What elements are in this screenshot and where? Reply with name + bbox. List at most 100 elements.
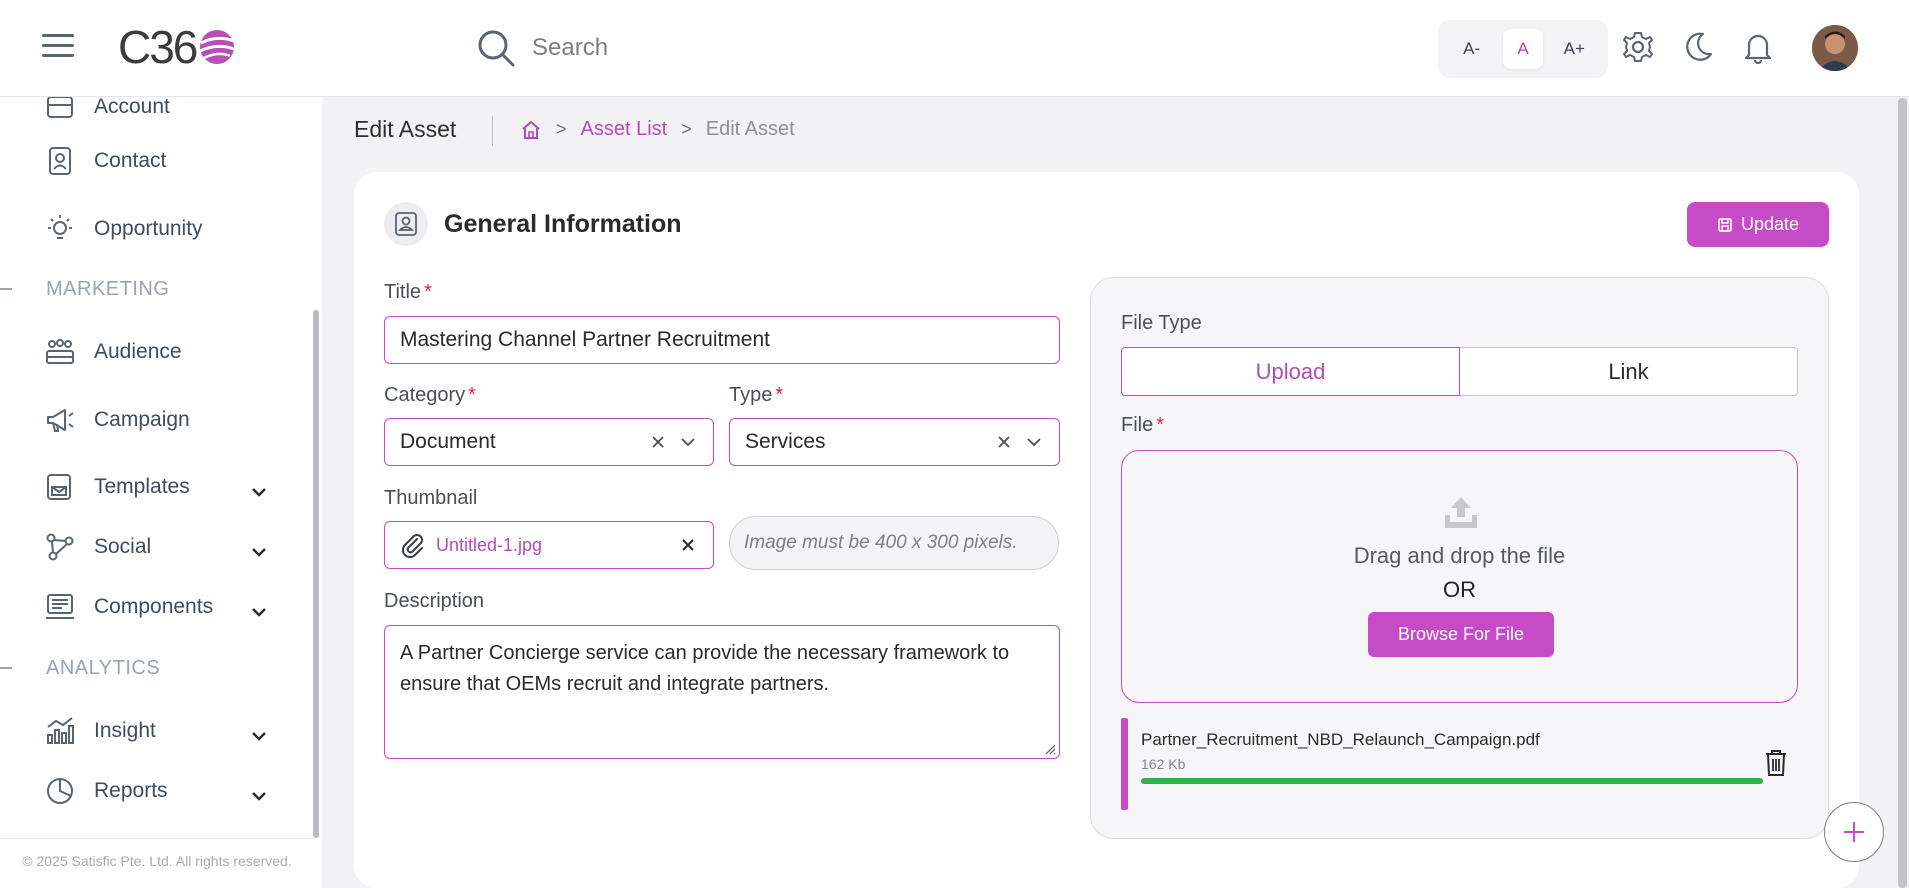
font-increase-button[interactable]: A+: [1554, 29, 1594, 69]
description-label: Description: [384, 590, 485, 612]
section-divider: [0, 288, 12, 290]
sidebar-item-social[interactable]: Social: [44, 527, 151, 567]
section-marketing-heading: MARKETING: [46, 278, 170, 300]
thumbnail-file-link[interactable]: Untitled-1.jpg: [436, 535, 668, 556]
thumbnail-field[interactable]: Untitled-1.jpg: [384, 521, 714, 569]
chevron-down-icon[interactable]: [1024, 432, 1044, 452]
remove-thumbnail-icon[interactable]: [678, 535, 698, 555]
sidebar-item-label: Audience: [94, 340, 182, 363]
sidebar-item-opportunity[interactable]: Opportunity: [44, 209, 203, 249]
social-icon: [46, 533, 74, 561]
search-input[interactable]: [532, 34, 932, 62]
category-label-text: Category: [384, 384, 466, 406]
type-select[interactable]: Services: [729, 418, 1060, 466]
gear-icon[interactable]: [1621, 30, 1655, 64]
paperclip-icon: [401, 534, 423, 558]
category-value: Document: [400, 430, 496, 453]
breadcrumb-current: Edit Asset: [705, 118, 795, 140]
type-label: Type *: [729, 384, 783, 407]
clear-icon[interactable]: [648, 432, 668, 452]
sidebar-item-contact[interactable]: Contact: [44, 141, 166, 181]
home-icon[interactable]: [520, 119, 542, 141]
sidebar-item-label: Components: [94, 595, 214, 618]
page-title: Edit Asset: [354, 116, 457, 142]
title-field[interactable]: Mastering Channel Partner Recruitment: [384, 316, 1060, 364]
browse-file-button[interactable]: Browse For File: [1368, 612, 1554, 657]
link-option[interactable]: Link: [1460, 347, 1798, 396]
sidebar-item-reports[interactable]: Reports: [44, 771, 168, 811]
required-mark: *: [424, 281, 432, 303]
add-floating-button[interactable]: [1824, 802, 1884, 862]
title-label-text: Title: [384, 281, 422, 303]
description-textarea[interactable]: A Partner Concierge service can provide …: [384, 625, 1060, 759]
insight-icon: [47, 717, 74, 744]
or-text: OR: [1443, 577, 1476, 602]
sidebar-item-audience[interactable]: Audience: [44, 332, 182, 372]
resize-handle-icon[interactable]: [1044, 743, 1056, 755]
chevron-down-icon[interactable]: [248, 725, 270, 747]
required-mark: *: [468, 384, 476, 406]
search-bar[interactable]: [476, 26, 1076, 70]
category-select[interactable]: Document: [384, 418, 714, 466]
breadcrumb-asset-list-link[interactable]: Asset List: [581, 118, 668, 141]
upload-option[interactable]: Upload: [1121, 347, 1460, 396]
account-icon: [47, 97, 73, 118]
copyright-footer: © 2025 Satisfic Pte. Ltd. All rights res…: [0, 838, 314, 869]
sidebar-item-insight[interactable]: Insight: [44, 711, 156, 751]
sidebar-item-components[interactable]: Components: [44, 587, 213, 627]
sidebar-scrollbar[interactable]: [313, 310, 319, 838]
sidebar: Account Contact Opportunity MARKETING Au…: [0, 97, 322, 888]
sidebar-item-label: Opportunity: [94, 217, 203, 240]
chevron-down-icon[interactable]: [678, 432, 698, 452]
thumbnail-size-hint: Image must be 400 x 300 pixels.: [729, 516, 1059, 570]
moon-icon[interactable]: [1681, 30, 1715, 64]
components-icon: [46, 594, 74, 619]
top-header: C36 A- A A+: [0, 0, 1909, 97]
font-default-button[interactable]: A: [1502, 29, 1543, 69]
trash-icon[interactable]: [1763, 748, 1789, 778]
font-decrease-button[interactable]: A-: [1452, 29, 1492, 69]
title-label: Title *: [384, 281, 432, 304]
chevron-down-icon[interactable]: [248, 541, 270, 563]
type-label-text: Type: [729, 384, 773, 406]
breadcrumb-separator: >: [556, 119, 567, 139]
chevron-down-icon[interactable]: [248, 601, 270, 623]
sidebar-item-templates[interactable]: Templates: [44, 467, 190, 507]
app-logo[interactable]: C36: [118, 21, 238, 73]
title-value: Mastering Channel Partner Recruitment: [400, 328, 771, 351]
description-value: A Partner Concierge service can provide …: [400, 642, 1010, 695]
upload-progress-bar: [1141, 778, 1763, 784]
clear-icon[interactable]: [994, 432, 1014, 452]
chevron-down-icon[interactable]: [248, 481, 270, 503]
save-icon: [1718, 217, 1732, 232]
uploaded-file-item: Partner_Recruitment_NBD_Relaunch_Campaig…: [1121, 718, 1799, 810]
title-divider: [492, 116, 493, 146]
drag-drop-text: Drag and drop the file: [1353, 543, 1566, 568]
plus-icon: [1844, 822, 1864, 842]
file-label: File *: [1121, 414, 1164, 437]
logo-globe-icon: [199, 30, 235, 64]
user-photo: [1812, 25, 1858, 71]
sidebar-item-label: Social: [94, 535, 152, 558]
sidebar-item-campaign[interactable]: Campaign: [44, 400, 190, 440]
templates-icon: [47, 474, 71, 500]
menu-icon[interactable]: [42, 34, 74, 60]
avatar[interactable]: [1812, 25, 1858, 71]
breadcrumb-separator: >: [681, 119, 692, 139]
font-size-switcher: A- A A+: [1438, 20, 1608, 78]
sidebar-item-label: Reports: [94, 779, 168, 802]
thumbnail-label: Thumbnail: [384, 487, 478, 509]
section-divider: [0, 667, 12, 669]
sidebar-item-label: Insight: [94, 719, 156, 742]
bell-icon[interactable]: [1741, 30, 1775, 64]
page-scrollbar[interactable]: [1898, 98, 1907, 888]
search-icon[interactable]: [476, 28, 516, 68]
update-button-label: Update: [1740, 214, 1800, 234]
upload-icon: [1445, 497, 1477, 528]
chevron-down-icon[interactable]: [248, 785, 270, 807]
pie-chart-icon: [47, 778, 73, 804]
user-card-icon: [395, 212, 417, 236]
update-button[interactable]: Update: [1687, 202, 1829, 247]
file-dropzone[interactable]: Drag and drop the file OR Browse For Fil…: [1121, 450, 1798, 703]
sidebar-item-account[interactable]: Account: [44, 97, 170, 127]
